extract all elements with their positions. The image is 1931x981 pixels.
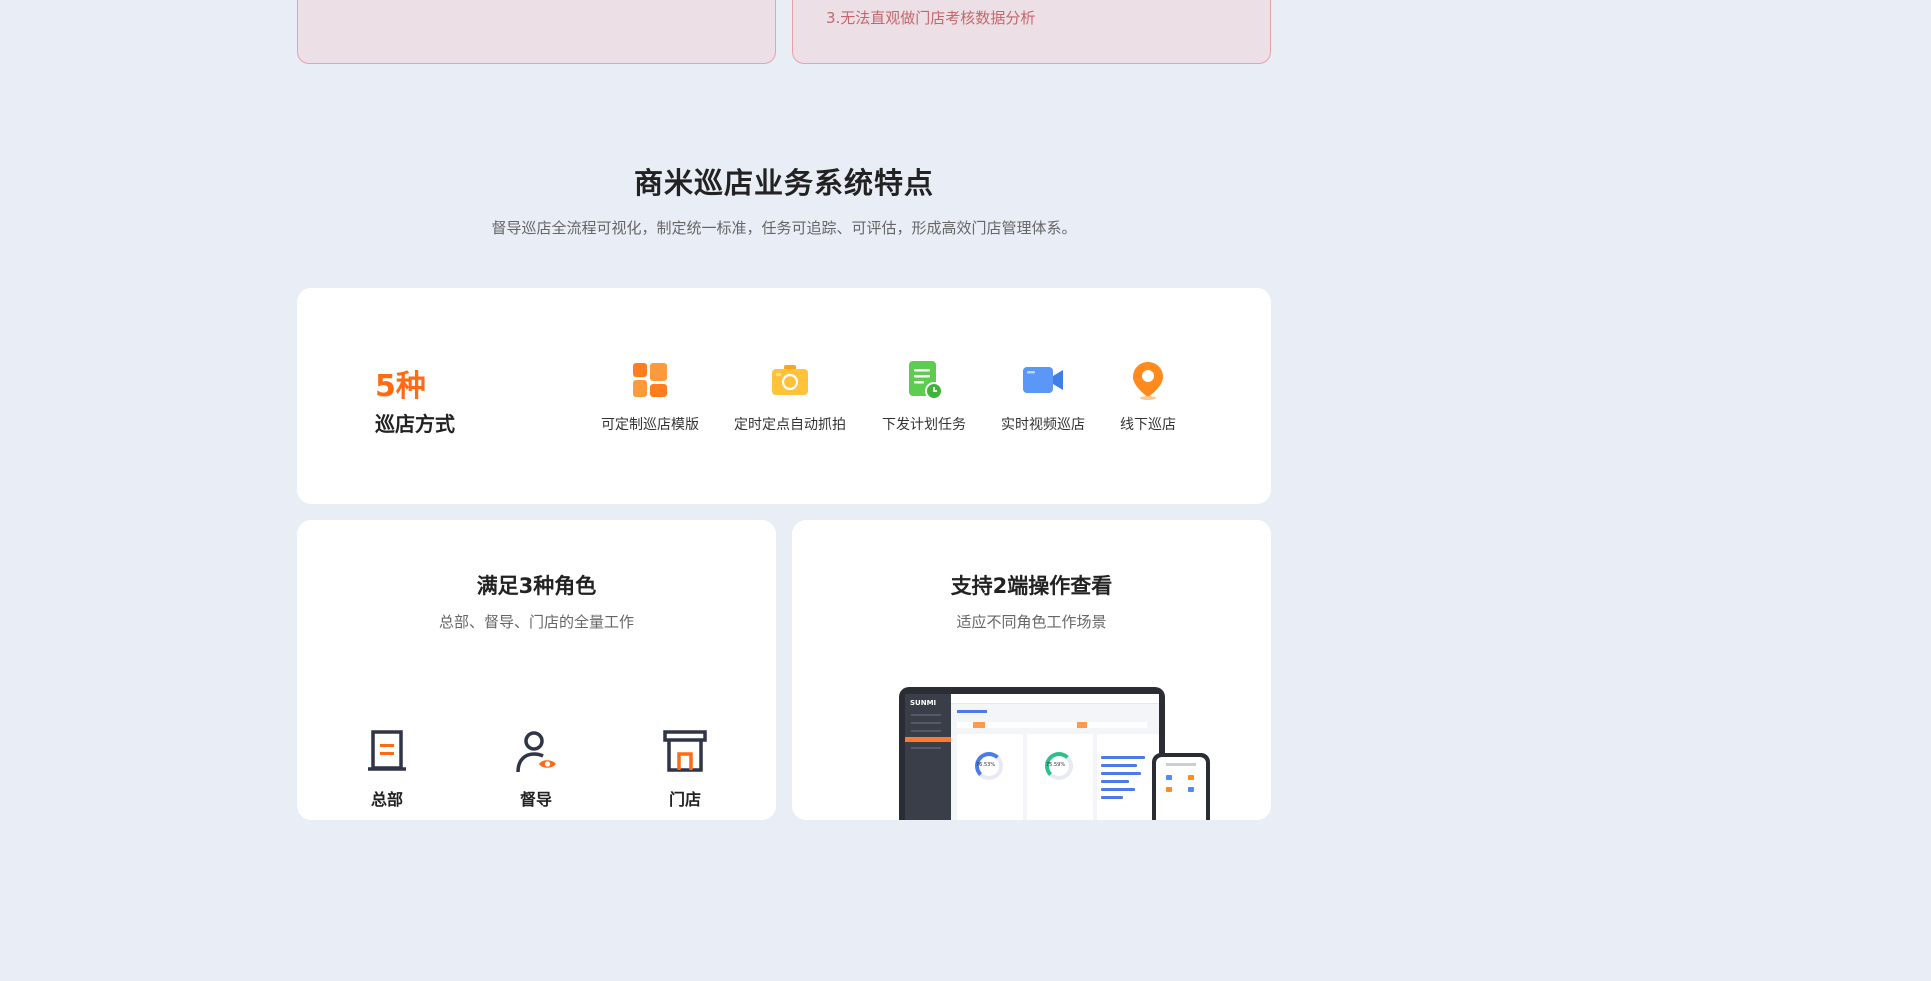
- role-label: 门店: [668, 790, 701, 809]
- pain-point-card-left: [297, 0, 776, 64]
- location-pin-icon: [1128, 360, 1168, 400]
- section-subtitle: 督导巡店全流程可视化，制定统一标准，任务可追踪、可评估，形成高效门店管理体系。: [491, 219, 1077, 237]
- store-icon: [661, 728, 709, 776]
- laptop-screen: SUNMI 76.53% 75.59%: [905, 694, 1159, 820]
- task-document-clock-icon: [904, 360, 944, 400]
- phone-mockup: [1152, 753, 1210, 820]
- modes-label: 巡店方式: [375, 412, 455, 436]
- dashboard-panel: [1097, 734, 1159, 820]
- template-grid-icon: [630, 360, 670, 400]
- devices-title: 支持2端操作查看: [950, 574, 1113, 598]
- headquarters-icon: [363, 728, 411, 776]
- dashboard-sidebar: SUNMI: [905, 694, 951, 820]
- role-store: 门店: [655, 728, 715, 810]
- section-title: 商米巡店业务系统特点: [633, 166, 934, 200]
- roles-title: 满足3种角色: [476, 574, 597, 598]
- phone-screen: [1156, 757, 1206, 820]
- gauge-value: 75.59%: [1046, 762, 1066, 768]
- mode-item-snapshot: 定时定点自动抓拍: [734, 360, 846, 434]
- mode-item-template: 可定制巡店模版: [601, 360, 699, 434]
- devices-card: 支持2端操作查看 适应不同角色工作场景 SUNMI 76.53% 75.59%: [792, 520, 1271, 820]
- dashboard-panel: 75.59%: [1027, 734, 1093, 820]
- dashboard-logo: SUNMI: [910, 699, 937, 707]
- modes-count: 5种: [375, 369, 426, 404]
- video-camera-icon: [1023, 360, 1063, 400]
- mode-item-live-video: 实时视频巡店: [1001, 360, 1085, 434]
- pain-point-card-right: 3.无法直观做门店考核数据分析: [792, 0, 1271, 64]
- gauge-value: 76.53%: [976, 762, 996, 768]
- mode-item-plan-task: 下发计划任务: [882, 360, 966, 434]
- role-supervisor: 督导: [506, 728, 566, 810]
- mode-label: 定时定点自动抓拍: [734, 417, 846, 433]
- mode-label: 可定制巡店模版: [601, 417, 699, 433]
- supervisor-icon: [512, 728, 560, 776]
- role-headquarters: 总部: [357, 728, 417, 810]
- roles-card: 满足3种角色 总部、督导、门店的全量工作 总部 督导 门店: [297, 520, 776, 820]
- dashboard-topbar: [951, 694, 1159, 704]
- mode-label: 实时视频巡店: [1001, 417, 1085, 433]
- role-label: 总部: [370, 790, 403, 809]
- mode-label: 下发计划任务: [882, 417, 966, 433]
- inspection-modes-card: 5种 巡店方式 可定制巡店模版 定时定点自动抓拍 下发计划任务 实时视频巡店 线…: [297, 288, 1271, 504]
- mode-item-offline: 线下巡店: [1120, 360, 1176, 434]
- dashboard-panel: 76.53%: [957, 734, 1023, 820]
- role-label: 督导: [519, 790, 552, 809]
- devices-subtitle: 适应不同角色工作场景: [956, 613, 1107, 631]
- laptop-mockup: SUNMI 76.53% 75.59%: [899, 687, 1165, 820]
- mode-label: 线下巡店: [1120, 417, 1176, 433]
- pain-point-line: 3.无法直观做门店考核数据分析: [826, 9, 1036, 27]
- roles-subtitle: 总部、督导、门店的全量工作: [438, 613, 634, 631]
- camera-icon: [770, 360, 810, 400]
